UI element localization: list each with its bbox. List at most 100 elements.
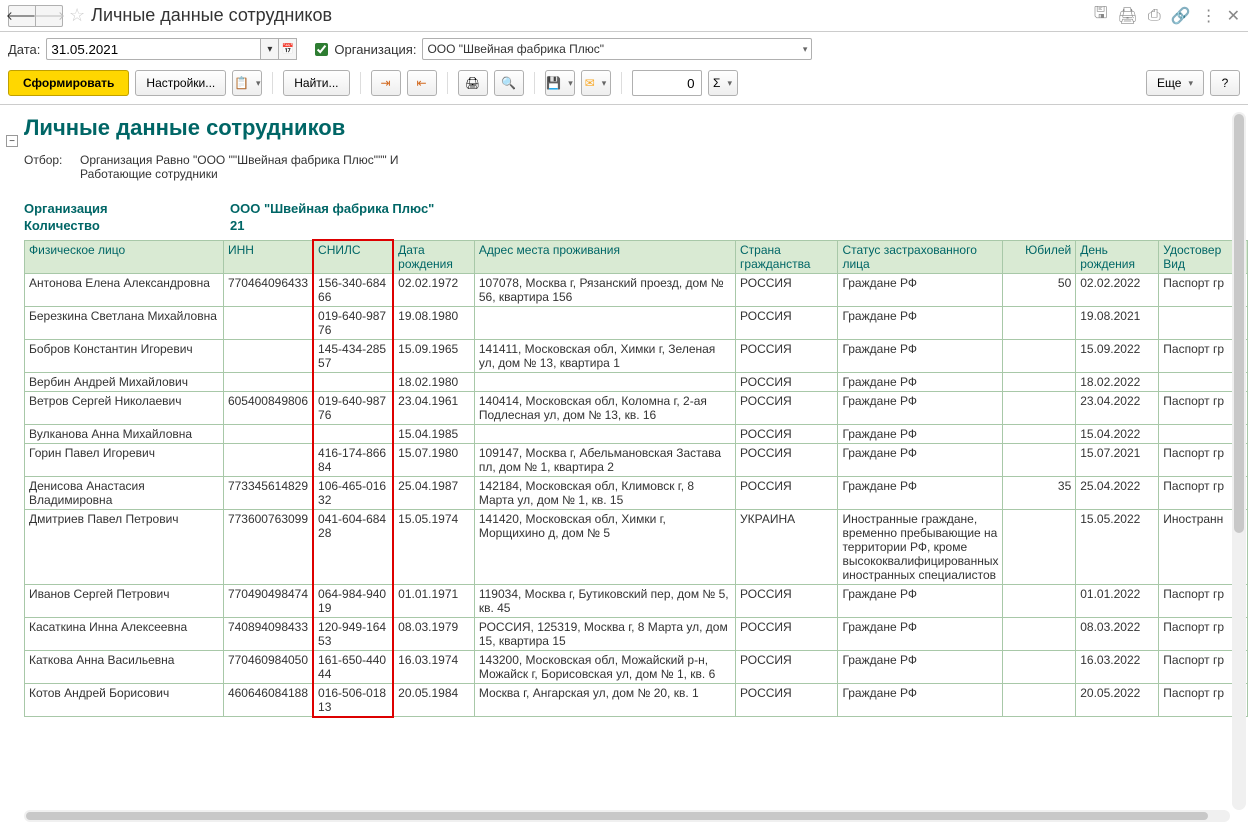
table-cell: 773600763099 <box>223 509 313 584</box>
expand-button[interactable]: ⇥ <box>371 70 401 96</box>
column-header[interactable]: СНИЛС <box>313 240 393 273</box>
table-row[interactable]: Горин Павел Игоревич416-174-866 8415.07.… <box>25 443 1248 476</box>
date-dropdown-button[interactable]: ▾ <box>261 38 279 60</box>
generate-button[interactable]: Сформировать <box>8 70 129 96</box>
table-row[interactable]: Ветров Сергей Николаевич605400849806019-… <box>25 391 1248 424</box>
table-row[interactable]: Антонова Елена Александровна770464096433… <box>25 273 1248 306</box>
table-cell: РОССИЯ <box>736 306 838 339</box>
help-button[interactable]: ? <box>1210 70 1240 96</box>
report-area: − Личные данные сотрудников Отбор: Орган… <box>0 105 1248 819</box>
summary-org-label: Организация <box>24 201 230 216</box>
table-cell: 041-604-684 28 <box>313 509 393 584</box>
vertical-scrollbar[interactable] <box>1232 112 1246 810</box>
column-header[interactable]: Адрес места проживания <box>474 240 735 273</box>
table-cell: 18.02.1980 <box>393 372 474 391</box>
table-cell: Березкина Светлана Михайловна <box>25 306 224 339</box>
column-header[interactable]: Физическое лицо <box>25 240 224 273</box>
link-icon[interactable]: 🔗 <box>1171 6 1191 26</box>
titlebar: 🡐 🡒 ☆ Личные данные сотрудников 🖫 🖨 ⎙ 🔗 … <box>0 0 1248 32</box>
table-cell: 15.04.1985 <box>393 424 474 443</box>
org-select[interactable]: ООО "Швейная фабрика Плюс" ▾ <box>422 38 812 60</box>
table-cell <box>313 424 393 443</box>
email-button[interactable]: ✉▾ <box>581 70 611 96</box>
save-icon[interactable]: 🖫 <box>1094 2 1108 29</box>
table-cell: 106-465-016 32 <box>313 476 393 509</box>
menu-icon[interactable]: ⋮ <box>1201 6 1217 26</box>
back-button[interactable]: 🡐 <box>8 5 36 27</box>
collapse-button[interactable]: ⇤ <box>407 70 437 96</box>
table-cell: 20.05.1984 <box>393 683 474 717</box>
table-row[interactable]: Котов Андрей Борисович460646084188016-50… <box>25 683 1248 717</box>
table-cell: 25.04.1987 <box>393 476 474 509</box>
save-disk-button[interactable]: 💾▾ <box>545 70 575 96</box>
table-cell: 145-434-285 57 <box>313 339 393 372</box>
forward-button[interactable]: 🡒 <box>35 5 63 27</box>
collapse-toggle[interactable]: − <box>6 135 18 147</box>
table-row[interactable]: Иванов Сергей Петрович770490498474064-98… <box>25 584 1248 617</box>
column-header[interactable]: День рождения <box>1076 240 1159 273</box>
table-row[interactable]: Касаткина Инна Алексеевна740894098433120… <box>25 617 1248 650</box>
filter-bar: Дата: ▾ 📅 Организация: ООО "Швейная фабр… <box>0 32 1248 66</box>
toolbar: Сформировать Настройки... 📋▾ Найти... ⇥ … <box>0 66 1248 105</box>
table-cell: Граждане РФ <box>838 391 1003 424</box>
table-cell: 740894098433 <box>223 617 313 650</box>
table-cell: 120-949-164 53 <box>313 617 393 650</box>
table-row[interactable]: Бобров Константин Игоревич 145-434-285 57… <box>25 339 1248 372</box>
table-cell: Москва г, Ангарская ул, дом № 20, кв. 1 <box>474 683 735 717</box>
favorite-icon[interactable]: ☆ <box>69 5 85 26</box>
print-button[interactable]: 🖨 <box>458 70 488 96</box>
date-input[interactable] <box>46 38 261 60</box>
copy-button[interactable]: 📋▾ <box>232 70 262 96</box>
column-header[interactable]: ИНН <box>223 240 313 273</box>
table-cell <box>1003 339 1076 372</box>
table-row[interactable]: Денисова Анастасия Владимировна773345614… <box>25 476 1248 509</box>
column-header[interactable]: Статус застрахованного лица <box>838 240 1003 273</box>
number-input[interactable] <box>632 70 702 96</box>
table-cell: 140414, Московская обл, Коломна г, 2-ая … <box>474 391 735 424</box>
table-cell: Иванов Сергей Петрович <box>25 584 224 617</box>
table-cell: 20.05.2022 <box>1076 683 1159 717</box>
table-cell: 08.03.1979 <box>393 617 474 650</box>
table-cell <box>1003 306 1076 339</box>
table-cell: РОССИЯ <box>736 617 838 650</box>
table-row[interactable]: Каткова Анна Васильевна770460984050161-6… <box>25 650 1248 683</box>
table-cell: УКРАИНА <box>736 509 838 584</box>
table-cell: Денисова Анастасия Владимировна <box>25 476 224 509</box>
table-cell: РОССИЯ, 125319, Москва г, 8 Марта ул, до… <box>474 617 735 650</box>
calendar-button[interactable]: 📅 <box>279 38 297 60</box>
table-cell: 25.04.2022 <box>1076 476 1159 509</box>
close-icon[interactable]: ✕ <box>1227 6 1240 26</box>
table-row[interactable]: Вербин Андрей Михайлович18.02.1980РОССИЯ… <box>25 372 1248 391</box>
table-cell: РОССИЯ <box>736 339 838 372</box>
table-cell: 143200, Московская обл, Можайский р-н, М… <box>474 650 735 683</box>
settings-button[interactable]: Настройки... <box>135 70 226 96</box>
table-cell <box>223 443 313 476</box>
table-row[interactable]: Дмитриев Павел Петрович773600763099041-6… <box>25 509 1248 584</box>
sum-button[interactable]: Σ▾ <box>708 70 738 96</box>
table-cell: 01.01.2022 <box>1076 584 1159 617</box>
preview-button[interactable]: 🔍 <box>494 70 524 96</box>
org-checkbox[interactable] <box>315 43 328 56</box>
column-header[interactable]: Страна гражданства <box>736 240 838 273</box>
filter-info: Отбор: Организация Равно "ООО ""Швейная … <box>24 153 1248 181</box>
table-cell <box>223 306 313 339</box>
table-cell: Каткова Анна Васильевна <box>25 650 224 683</box>
column-header[interactable]: Дата рождения <box>393 240 474 273</box>
column-header[interactable]: Юбилей <box>1003 240 1076 273</box>
table-cell: РОССИЯ <box>736 476 838 509</box>
table-cell: Бобров Константин Игоревич <box>25 339 224 372</box>
table-cell: Вулканова Анна Михайловна <box>25 424 224 443</box>
print-icon[interactable]: 🖨 <box>1118 6 1138 26</box>
table-cell <box>1003 650 1076 683</box>
table-cell: 460646084188 <box>223 683 313 717</box>
table-cell: 02.02.1972 <box>393 273 474 306</box>
table-row[interactable]: Вулканова Анна Михайловна15.04.1985РОССИ… <box>25 424 1248 443</box>
more-button[interactable]: Еще▾ <box>1146 70 1204 96</box>
preview-icon[interactable]: ⎙ <box>1148 7 1161 25</box>
horizontal-scrollbar[interactable] <box>24 810 1230 822</box>
table-cell: 770490498474 <box>223 584 313 617</box>
table-cell: 773345614829 <box>223 476 313 509</box>
find-button[interactable]: Найти... <box>283 70 349 96</box>
table-row[interactable]: Березкина Светлана Михайловна019-640-987… <box>25 306 1248 339</box>
table-cell <box>1003 372 1076 391</box>
